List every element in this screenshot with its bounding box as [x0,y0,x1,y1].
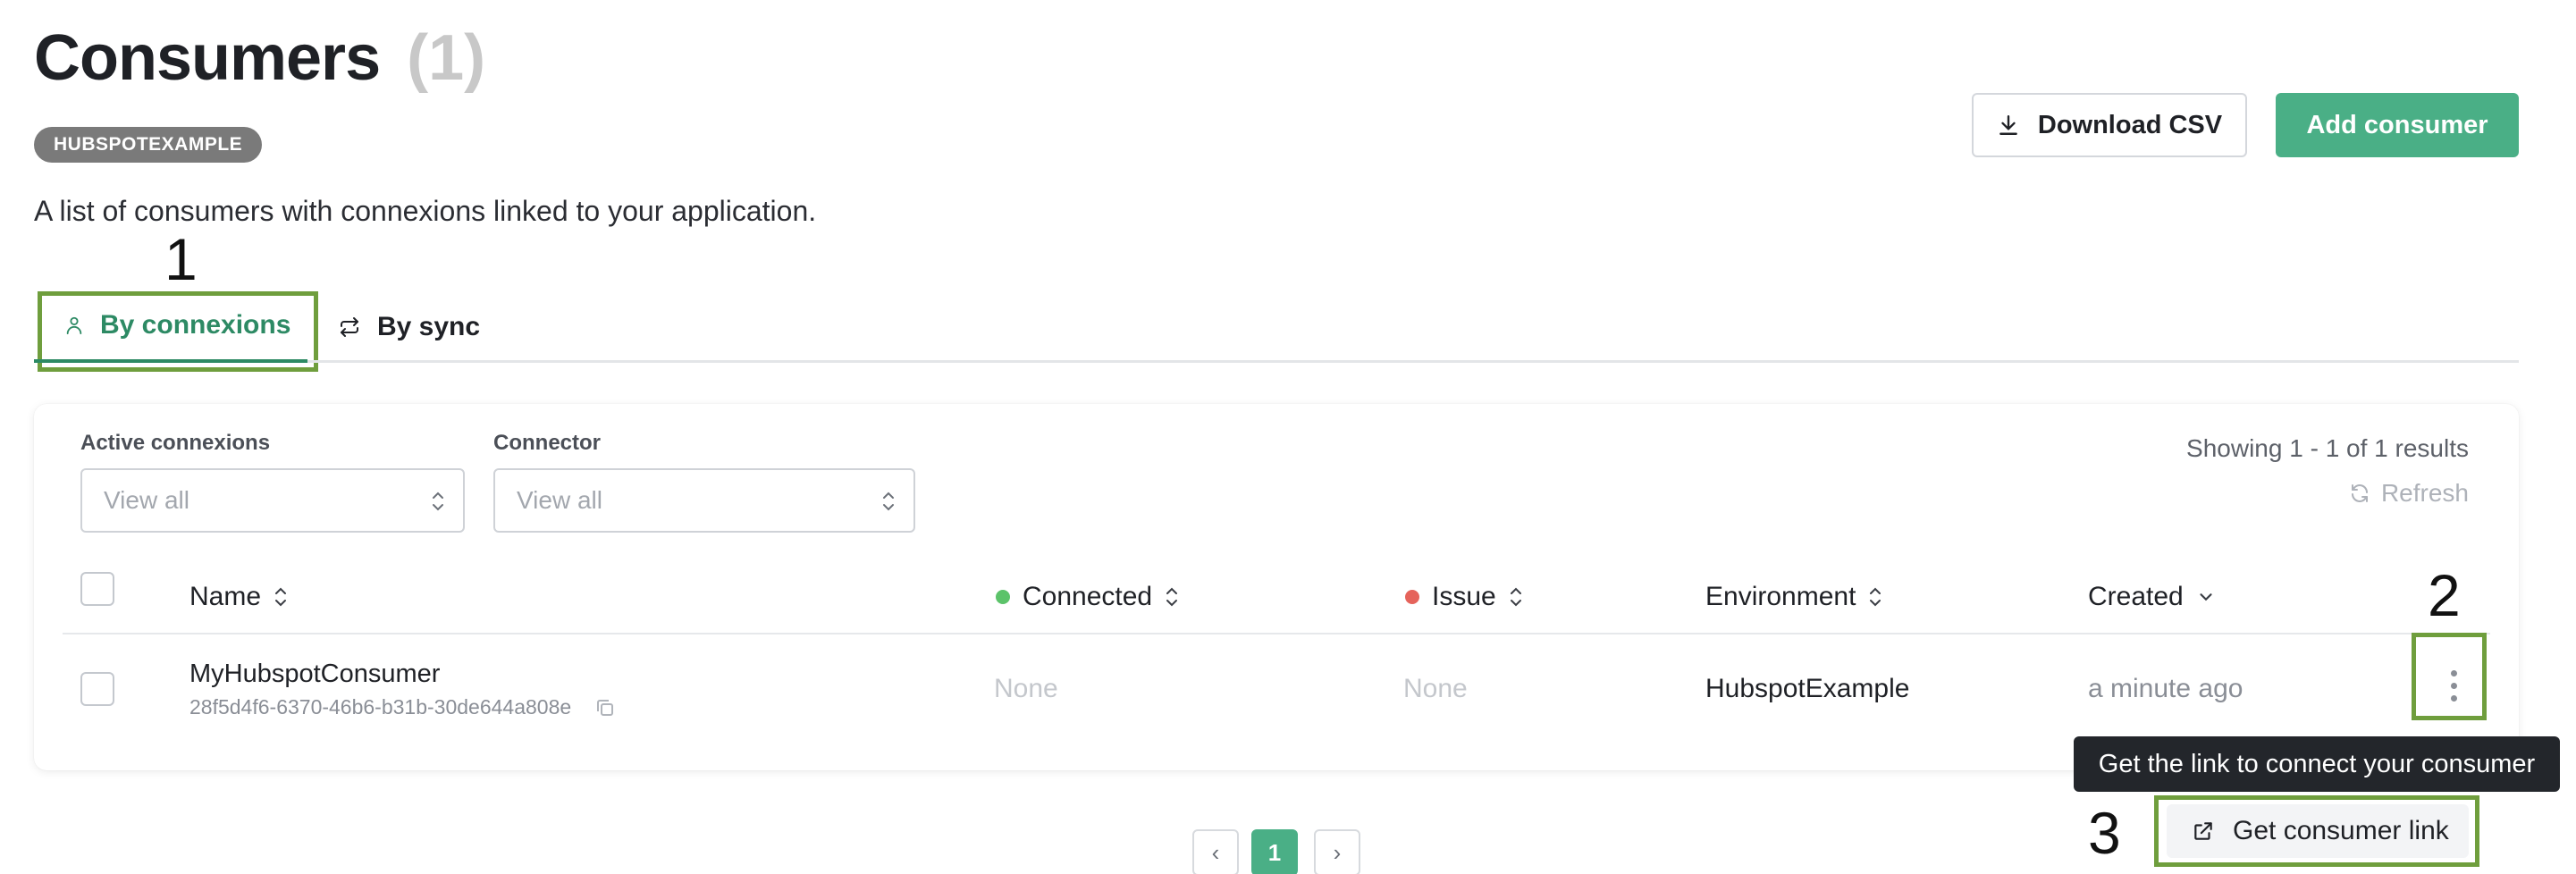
pagination-prev-button[interactable]: ‹ [1192,829,1239,874]
row-checkbox[interactable] [80,672,114,706]
active-connexions-select[interactable]: View all [80,468,465,533]
column-header-name[interactable]: Name [189,579,288,615]
column-header-issue[interactable]: Issue [1405,579,1523,615]
header-divider [63,633,2490,634]
tab-by-connexions[interactable]: By connexions [34,291,307,363]
pagination-page-1[interactable]: 1 [1251,829,1298,874]
issue-status-dot [1405,590,1419,604]
tab-by-sync-label: By sync [377,312,481,341]
created-value: a minute ago [2088,674,2243,703]
download-csv-label: Download CSV [2037,110,2223,139]
chevron-up-down-icon [433,492,443,511]
sort-icon [275,587,287,607]
download-csv-button[interactable]: Download CSV [1972,93,2247,157]
view-tabs: By connexions By sync [34,291,2519,363]
sync-icon [341,317,358,337]
copy-icon[interactable] [594,697,616,719]
refresh-label: Refresh [2380,479,2469,507]
issue-value: None [1403,674,1468,703]
connected-value: None [994,674,1058,703]
refresh-icon [2351,484,2368,502]
results-count: Showing 1 - 1 of 1 results [2186,434,2469,462]
active-connexions-select-value: View all [104,486,189,514]
column-name-label: Name [189,582,262,611]
sort-icon [1166,587,1178,607]
annotation-number-3: 3 [2088,800,2121,866]
refresh-button[interactable]: Refresh [2349,479,2469,508]
tab-by-sync[interactable]: By sync [338,291,480,363]
column-connected-label: Connected [1023,582,1153,611]
consumer-id-wrap: 28f5d4f6-6370-46b6-b31b-30de644a808e [189,695,616,719]
download-icon [1999,115,2017,135]
environment-badge: HUBSPOTEXAMPLE [34,127,263,163]
user-icon [66,316,82,335]
column-issue-label: Issue [1432,582,1496,611]
column-header-connected[interactable]: Connected [996,579,1179,615]
select-all-checkbox[interactable] [80,572,114,606]
connector-select-value: View all [517,486,602,514]
chevron-up-down-icon [883,492,894,511]
consumer-name[interactable]: MyHubspotConsumer [189,660,440,689]
connector-filter-label: Connector [493,431,601,455]
page-title-row: Consumers (1) [34,21,485,95]
sort-icon [1870,587,1881,607]
column-header-created[interactable]: Created [2088,579,2216,615]
annotation-box-3 [2154,795,2479,867]
annotation-number-1: 1 [164,226,198,292]
tab-by-connexions-label: By connexions [100,310,291,340]
sort-icon [1510,587,1521,607]
chevron-down-icon [2200,593,2212,601]
page-title: Consumers [34,22,381,94]
connector-select[interactable]: View all [493,468,915,533]
pagination-next-button[interactable]: › [1314,829,1360,874]
consumer-count: (1) [407,22,486,94]
consumers-table-card: Active connexions View all Connector Vie… [34,404,2519,770]
add-consumer-button[interactable]: Add consumer [2276,93,2519,157]
column-environment-label: Environment [1705,582,1856,611]
page-subtitle: A list of consumers with connexions link… [34,195,817,227]
consumer-id: 28f5d4f6-6370-46b6-b31b-30de644a808e [189,695,572,719]
annotation-number-2: 2 [2428,562,2461,628]
annotation-box-2 [2412,633,2487,720]
connected-status-dot [996,590,1010,604]
column-header-environment[interactable]: Environment [1705,579,1882,615]
tooltip: Get the link to connect your consumer [2074,736,2560,792]
active-connexions-filter-label: Active connexions [80,431,271,455]
column-created-label: Created [2088,582,2184,611]
environment-value: HubspotExample [1705,674,1910,703]
